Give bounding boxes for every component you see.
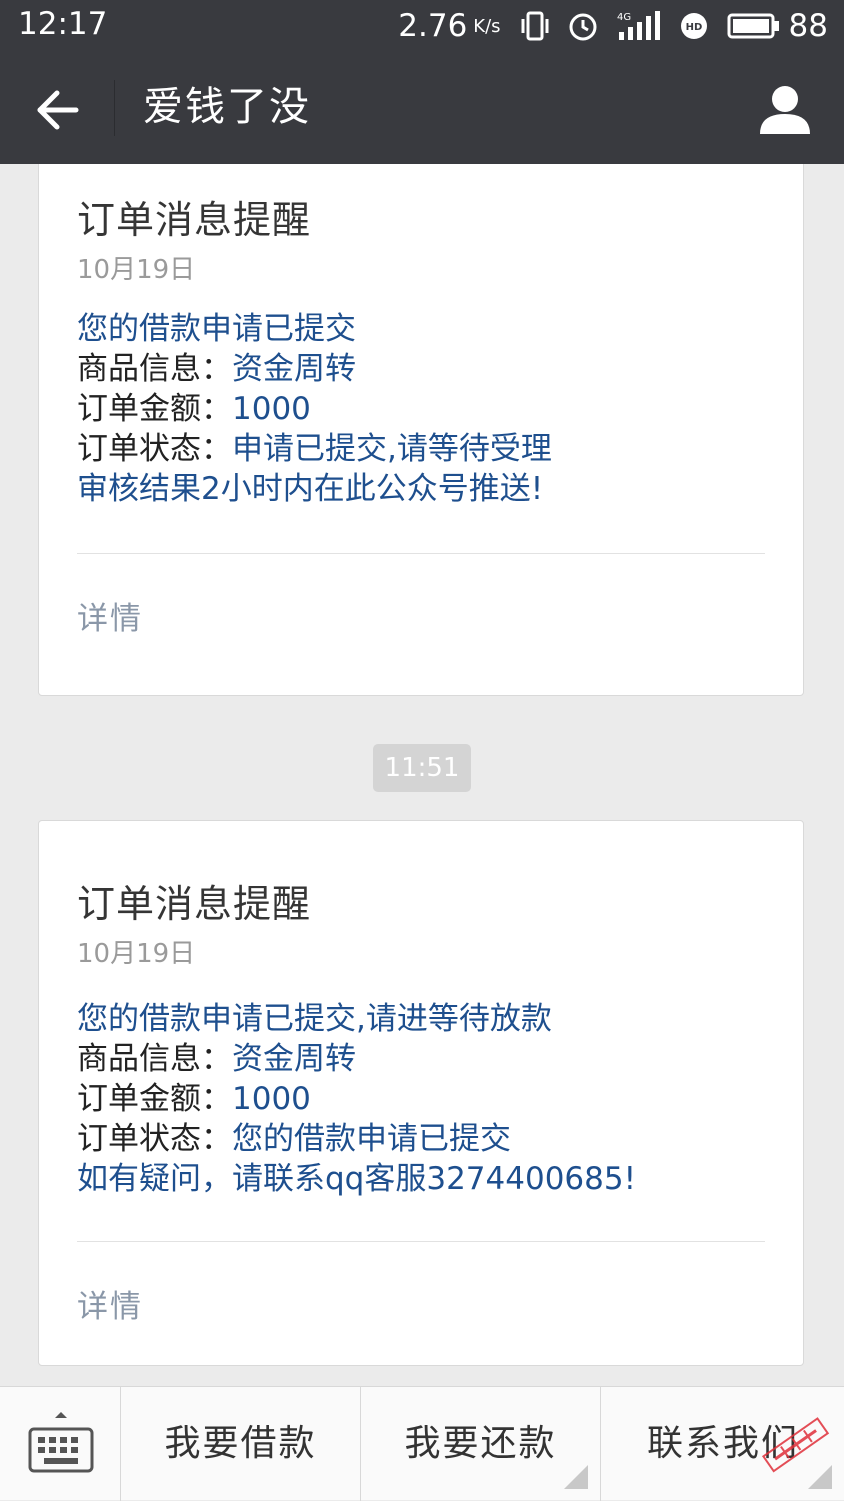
keyboard-icon [28,1412,94,1473]
vibrate-icon [521,11,549,41]
signal-icon: 4G [617,11,660,40]
bottom-menu-bar: 我要借款 我要还款 联系我们 [0,1386,844,1501]
app-header: 爱钱了没 [0,52,844,164]
details-link[interactable]: 详情 [77,593,143,638]
network-speed-unit: K/s [473,15,501,37]
status-time: 12:17 [18,6,108,42]
network-type-label: 4G [617,12,631,23]
message-card[interactable]: 订单消息提醒 10月19日 您的借款申请已提交,请进等待放款 商品信息：资金周转… [38,820,804,1366]
battery-level: 88 [788,8,828,44]
message-line: 订单金额：1000 [77,391,311,427]
chat-area[interactable]: 订单消息提醒 10月19日 您的借款申请已提交 商品信息：资金周转 订单金额：1… [0,164,844,1386]
menu-item-label: 我要还款 [404,1423,557,1464]
svg-text:HD: HD [685,22,702,33]
header-divider [114,80,115,136]
message-card[interactable]: 订单消息提醒 10月19日 您的借款申请已提交 商品信息：资金周转 订单金额：1… [38,164,804,696]
message-line: 订单状态：您的借款申请已提交 [77,1121,511,1157]
profile-icon[interactable] [756,80,814,138]
message-line: 您的借款申请已提交,请进等待放款 [77,1001,552,1037]
card-divider [77,553,765,554]
message-body: 您的借款申请已提交 商品信息：资金周转 订单金额：1000 订单状态：申请已提交… [77,309,552,509]
page-title: 爱钱了没 [143,84,311,130]
message-line: 审核结果2小时内在此公众号推送! [77,471,544,507]
menu-item-repay[interactable]: 我要还款 [361,1387,601,1501]
message-date: 10月19日 [77,939,196,969]
message-title: 订单消息提醒 [77,882,312,926]
network-speed: 2.76 [398,8,468,44]
battery-icon [727,13,779,39]
alarm-icon [569,13,597,41]
watermark-logo-icon [761,1417,830,1473]
message-date: 10月19日 [77,255,196,285]
message-line: 如有疑问，请联系qq客服3274400685! [77,1161,637,1197]
status-bar: 12:17 2.76 K/s 4G HD 88 [0,0,844,52]
message-body: 您的借款申请已提交,请进等待放款 商品信息：资金周转 订单金额：1000 订单状… [77,999,636,1199]
message-line: 商品信息：资金周转 [77,1041,356,1077]
message-line: 您的借款申请已提交 [77,311,356,347]
status-icons: 2.76 K/s 4G HD 88 [398,6,828,46]
card-divider [77,1241,765,1242]
submenu-corner-icon [564,1465,588,1489]
message-line: 商品信息：资金周转 [77,351,356,387]
back-arrow-icon[interactable] [30,82,86,138]
details-link[interactable]: 详情 [77,1281,143,1326]
timestamp-badge: 11:51 [373,744,471,792]
message-line: 订单金额：1000 [77,1081,311,1117]
hd-icon: HD [680,13,707,39]
message-line: 订单状态：申请已提交,请等待受理 [77,431,552,467]
keyboard-toggle-button[interactable] [0,1387,121,1501]
menu-item-borrow[interactable]: 我要借款 [121,1387,361,1501]
message-title: 订单消息提醒 [77,198,312,242]
menu-item-label: 我要借款 [164,1423,317,1464]
